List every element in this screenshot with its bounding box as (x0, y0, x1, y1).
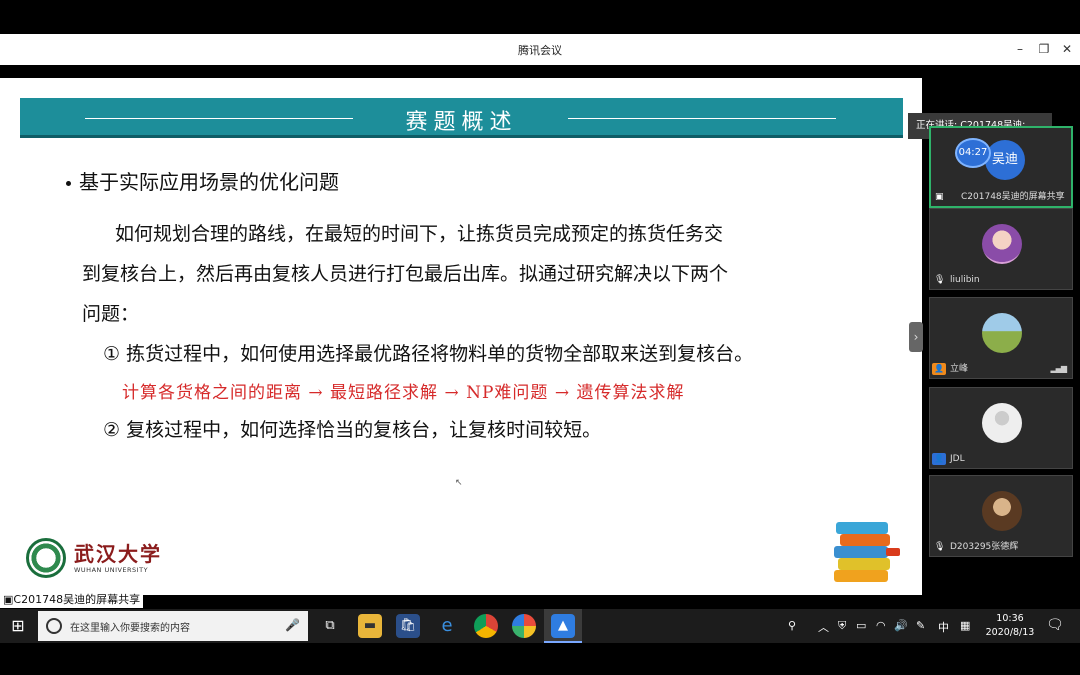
taskbar: ⊞ 在这里输入你要搜索的内容 🎤 ⧉ ▬ 🛍 e ▲ ⚲ ︿ ⛨ ▭ ◠ 🔊 ✎… (0, 609, 1080, 643)
shared-slide: 赛题概述 基于实际应用场景的优化问题 如何规划合理的路线，在最短的时间下，让拣货… (0, 78, 922, 595)
restore-button[interactable]: ❐ (1033, 39, 1055, 59)
participant-tile-5[interactable]: 🎙 D203295张德辉 (929, 475, 1073, 557)
user-icon: 👤 (932, 363, 946, 375)
chevron-up-icon[interactable]: ︿ (818, 619, 829, 635)
share-label-text: C201748吴迪的屏幕共享 (13, 593, 141, 606)
screen-share-label: ▣C201748吴迪的屏幕共享 (0, 592, 144, 608)
signal-bars-icon: ▂▄▆ (1050, 364, 1068, 373)
wifi-icon[interactable]: ◠ (876, 619, 886, 632)
user-icon: 👤 (932, 453, 946, 465)
meeting-timer: 04:27 (955, 138, 991, 168)
slide-title: 赛题概述 (405, 110, 518, 135)
university-logo: 武汉大学 WUHAN UNIVERSITY (26, 536, 166, 580)
participant-tile-4[interactable]: 👤 JDL (929, 387, 1073, 469)
minimize-button[interactable]: – (1009, 39, 1031, 59)
slide-bullet: 基于实际应用场景的优化问题 (66, 166, 339, 195)
screen: 腾讯会议 – ❐ ✕ 赛题概述 基于实际应用场景的优化问题 如何规划合理的路线，… (0, 0, 1080, 675)
para-line-2: 到复核台上，然后再由复核人员进行打包最后出库。拟通过研究解决以下两个 (82, 263, 729, 285)
bullet-text: 基于实际应用场景的优化问题 (79, 170, 339, 194)
item-1: ① 拣货过程中，如何使用选择最优路径将物料单的货物全部取来送到复核台。 (103, 343, 754, 365)
mouse-cursor-icon: ↖ (908, 498, 920, 514)
notifications-icon[interactable]: 🗨 (1046, 617, 1064, 633)
para-line-1: 如何规划合理的路线，在最短的时间下，让拣货员完成预定的拣货任务交 (115, 223, 724, 245)
microphone-icon[interactable]: 🎤 (285, 618, 300, 632)
security-icon[interactable]: ⛨ (838, 619, 846, 633)
university-seal-icon (26, 538, 66, 578)
participant-name: JDL (950, 454, 965, 464)
participant-name: liulibin (950, 275, 980, 285)
store-icon[interactable]: 🛍 (396, 614, 420, 638)
people-icon[interactable]: ⚲ (788, 619, 796, 632)
battery-icon[interactable]: ▭ (856, 619, 866, 632)
ime-indicator[interactable]: 中 (938, 619, 949, 635)
mic-muted-icon: 🎙 (934, 542, 946, 552)
logo-en: WUHAN UNIVERSITY (74, 566, 149, 574)
chrome-icon[interactable] (474, 614, 498, 638)
taskbar-clock[interactable]: 10:36 2020/8/13 (985, 612, 1035, 640)
edge-icon[interactable]: e (435, 614, 459, 638)
books-icon (834, 522, 900, 582)
red-flow-text: 计算各货格之间的距离 → 最短路径求解 → NP难问题 → 遗传算法求解 (122, 383, 685, 403)
avatar: 吴迪 (985, 140, 1025, 180)
tencent-meeting-icon: ▲ (551, 614, 575, 638)
pen-icon[interactable]: ✎ (916, 619, 925, 632)
taskbar-search[interactable]: 在这里输入你要搜索的内容 🎤 (38, 611, 308, 641)
participant-tile-2[interactable]: 🎙 liulibin (929, 208, 1073, 290)
item-2: ② 复核过程中，如何选择恰当的复核台，让复核时间较短。 (103, 419, 602, 441)
logo-cn: 武汉大学 (74, 542, 162, 566)
window-title: 腾讯会议 (518, 44, 562, 57)
screen-share-icon: ▣ (935, 192, 944, 202)
app-icon[interactable] (512, 614, 536, 638)
windows-start-icon[interactable]: ⊞ (0, 609, 36, 643)
avatar (982, 491, 1022, 531)
participant-name: 立峰 (950, 364, 969, 374)
volume-icon[interactable]: 🔊 (894, 619, 908, 632)
para-line-3: 问题： (82, 303, 140, 325)
participant-tile-1[interactable]: 吴迪 04:27 ▣ C201748吴迪的屏幕共享 (929, 126, 1073, 208)
mic-muted-icon: 🎙 (934, 275, 946, 285)
task-view-icon[interactable]: ⧉ (318, 614, 342, 638)
mouse-cursor-icon: ↖ (455, 478, 463, 488)
avatar (982, 224, 1022, 264)
cortana-icon (46, 618, 62, 634)
close-button[interactable]: ✕ (1056, 39, 1078, 59)
slide-banner: 赛题概述 (20, 98, 903, 138)
file-explorer-icon[interactable]: ▬ (358, 614, 382, 638)
window-titlebar: 腾讯会议 – ❐ ✕ (0, 34, 1080, 65)
avatar (982, 313, 1022, 353)
participant-name: C201748吴迪的屏幕共享 (961, 192, 1065, 202)
tencent-meeting-taskbar-button[interactable]: ▲ (544, 609, 582, 643)
panel-collapse-button[interactable]: › (909, 322, 923, 352)
participant-tile-3[interactable]: 👤 立峰 ▂▄▆ (929, 297, 1073, 379)
search-placeholder: 在这里输入你要搜索的内容 (70, 623, 190, 634)
keyboard-grid-icon[interactable]: ▦ (960, 619, 970, 632)
participant-name: D203295张德辉 (950, 542, 1019, 552)
clock-date: 2020/8/13 (985, 627, 1035, 638)
bullet-dot (66, 181, 71, 186)
avatar (982, 403, 1022, 443)
clock-time: 10:36 (996, 613, 1024, 624)
